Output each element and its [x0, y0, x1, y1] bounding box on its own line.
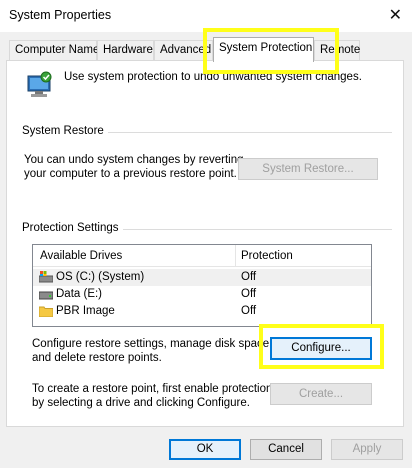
drives-list[interactable]: Available Drives Protection OS (C:) (Sys…	[32, 244, 372, 327]
tab-advanced[interactable]: Advanced	[154, 40, 213, 60]
column-protection[interactable]: Protection	[241, 250, 293, 262]
title-bar: System Properties ✕	[0, 0, 412, 32]
drive-protection: Off	[241, 271, 257, 283]
configure-desc-2: and delete restore points.	[32, 352, 162, 364]
create-desc-2: by selecting a drive and clicking Config…	[32, 397, 250, 409]
cancel-button[interactable]: Cancel	[250, 439, 322, 460]
drive-name: PBR Image	[56, 305, 115, 317]
drives-list-header: Available Drives Protection	[33, 245, 371, 267]
tab-system-protection[interactable]: System Protection	[213, 37, 314, 62]
create-desc-1: To create a restore point, first enable …	[32, 383, 273, 395]
drive-row[interactable]: Data (E:) Off	[33, 286, 371, 303]
tab-remote[interactable]: Remote	[314, 40, 360, 60]
drive-protection: Off	[241, 288, 257, 300]
system-restore-heading: System Restore	[22, 125, 108, 137]
drive-icon	[39, 291, 53, 300]
drive-row[interactable]: PBR Image Off	[33, 303, 371, 320]
system-restore-desc-2: your computer to a previous restore poin…	[24, 168, 237, 180]
column-available-drives[interactable]: Available Drives	[40, 250, 122, 262]
drive-row[interactable]: OS (C:) (System) Off	[33, 269, 371, 286]
drive-name: OS (C:) (System)	[56, 271, 145, 283]
configure-desc-1: Configure restore settings, manage disk …	[32, 338, 273, 350]
system-restore-button[interactable]: System Restore...	[238, 158, 378, 180]
ok-button[interactable]: OK	[169, 439, 241, 460]
folder-icon	[39, 306, 53, 317]
window-title: System Properties	[9, 8, 112, 22]
create-button[interactable]: Create...	[270, 383, 372, 405]
apply-button[interactable]: Apply	[331, 439, 403, 460]
tab-hardware[interactable]: Hardware	[97, 40, 154, 60]
drive-protection: Off	[241, 305, 257, 317]
close-icon[interactable]: ✕	[389, 5, 402, 25]
computer-shield-icon	[27, 71, 52, 97]
tab-computer-name[interactable]: Computer Name	[9, 40, 99, 60]
protection-settings-heading: Protection Settings	[22, 222, 123, 234]
drive-name: Data (E:)	[56, 288, 103, 300]
system-drive-icon	[39, 271, 53, 283]
column-separator	[235, 245, 236, 266]
system-restore-desc-1: You can undo system changes by reverting	[24, 154, 244, 166]
configure-button[interactable]: Configure...	[270, 337, 372, 360]
intro-text: Use system protection to undo unwanted s…	[64, 71, 362, 83]
